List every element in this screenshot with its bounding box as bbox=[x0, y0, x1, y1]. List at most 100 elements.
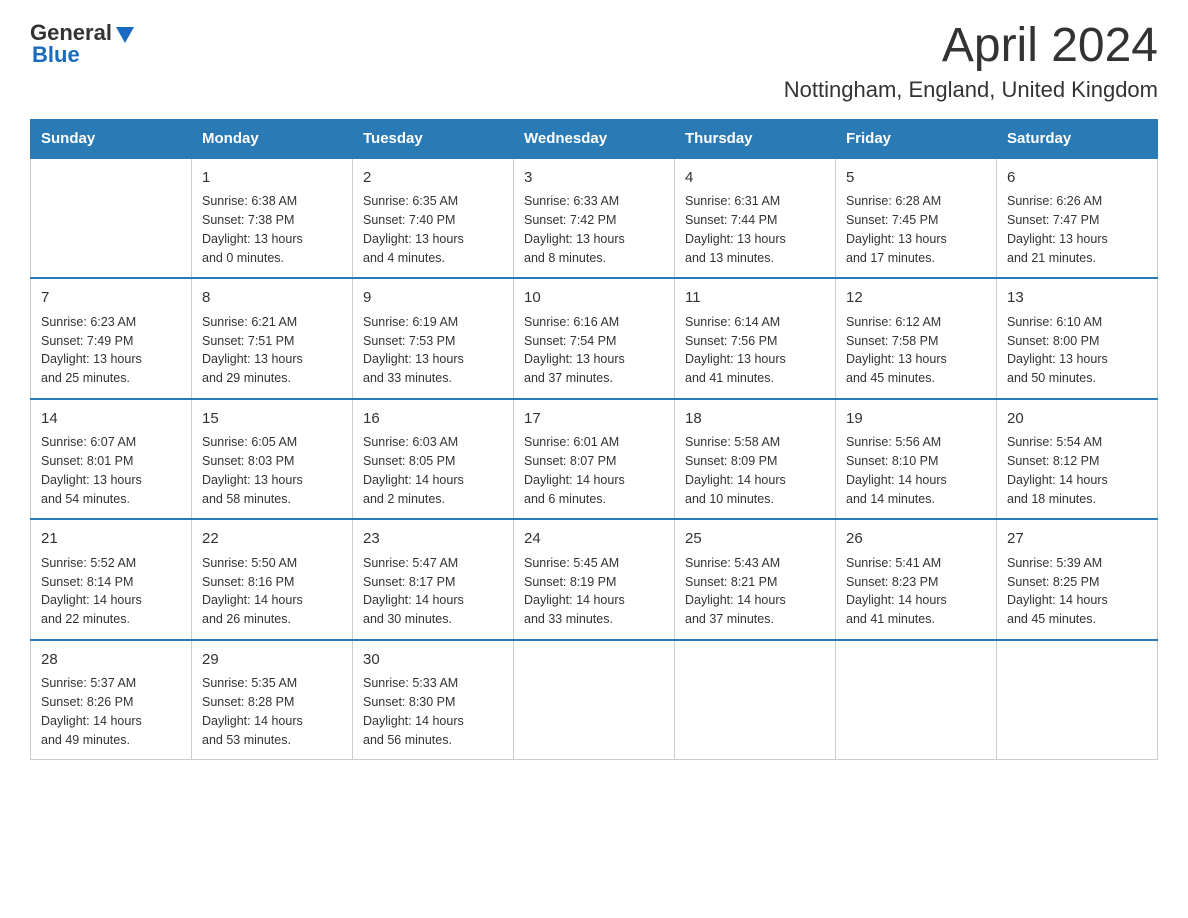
day-info: Sunrise: 5:58 AM Sunset: 8:09 PM Dayligh… bbox=[685, 433, 825, 508]
calendar-cell: 28Sunrise: 5:37 AM Sunset: 8:26 PM Dayli… bbox=[31, 640, 192, 760]
calendar-cell: 10 Sunrise: 6:16 AM Sunset: 7:54 PM Dayli… bbox=[514, 278, 675, 399]
day-info: Sunrise: 6:07 AM Sunset: 8:01 PM Dayligh… bbox=[41, 433, 181, 508]
day-number: 8 bbox=[202, 287, 342, 310]
calendar-week-row: 7 Sunrise: 6:23 AM Sunset: 7:49 PM Daylig… bbox=[31, 278, 1158, 399]
day-number: 12 bbox=[846, 287, 986, 310]
title-block: April 2024 Nottingham, England, United K… bbox=[784, 20, 1158, 103]
day-number: 27 bbox=[1007, 528, 1147, 551]
calendar-cell: 1Sunrise: 6:38 AM Sunset: 7:38 PM Daylig… bbox=[192, 158, 353, 279]
calendar-cell: 11 Sunrise: 6:14 AM Sunset: 7:56 PM Dayli… bbox=[675, 278, 836, 399]
calendar-cell: 20Sunrise: 5:54 AM Sunset: 8:12 PM Dayli… bbox=[997, 399, 1158, 520]
calendar-header-row: SundayMondayTuesdayWednesdayThursdayFrid… bbox=[31, 119, 1158, 158]
page-subtitle: Nottingham, England, United Kingdom bbox=[784, 77, 1158, 103]
calendar-cell: 9 Sunrise: 6:19 AM Sunset: 7:53 PM Daylig… bbox=[353, 278, 514, 399]
calendar-cell: 21Sunrise: 5:52 AM Sunset: 8:14 PM Dayli… bbox=[31, 519, 192, 640]
day-number: 14 bbox=[41, 408, 181, 431]
calendar-cell: 6Sunrise: 6:26 AM Sunset: 7:47 PM Daylig… bbox=[997, 158, 1158, 279]
day-info: Sunrise: 5:33 AM Sunset: 8:30 PM Dayligh… bbox=[363, 674, 503, 749]
calendar-cell bbox=[31, 158, 192, 279]
day-info: Sunrise: 5:45 AM Sunset: 8:19 PM Dayligh… bbox=[524, 554, 664, 629]
calendar-table: SundayMondayTuesdayWednesdayThursdayFrid… bbox=[30, 119, 1158, 761]
day-number: 25 bbox=[685, 528, 825, 551]
day-number: 26 bbox=[846, 528, 986, 551]
day-number: 4 bbox=[685, 167, 825, 190]
day-info: Sunrise: 6:23 AM Sunset: 7:49 PM Dayligh… bbox=[41, 313, 181, 388]
calendar-cell: 5Sunrise: 6:28 AM Sunset: 7:45 PM Daylig… bbox=[836, 158, 997, 279]
day-number: 28 bbox=[41, 649, 181, 672]
calendar-cell: 14Sunrise: 6:07 AM Sunset: 8:01 PM Dayli… bbox=[31, 399, 192, 520]
day-number: 11 bbox=[685, 287, 825, 310]
calendar-cell: 13 Sunrise: 6:10 AM Sunset: 8:00 PM Dayli… bbox=[997, 278, 1158, 399]
day-info: Sunrise: 6:16 AM Sunset: 7:54 PM Dayligh… bbox=[524, 313, 664, 388]
day-number: 10 bbox=[524, 287, 664, 310]
day-number: 29 bbox=[202, 649, 342, 672]
calendar-cell: 25 Sunrise: 5:43 AM Sunset: 8:21 PM Dayli… bbox=[675, 519, 836, 640]
day-info: Sunrise: 5:50 AM Sunset: 8:16 PM Dayligh… bbox=[202, 554, 342, 629]
calendar-day-header: Thursday bbox=[675, 119, 836, 158]
calendar-cell: 30Sunrise: 5:33 AM Sunset: 8:30 PM Dayli… bbox=[353, 640, 514, 760]
calendar-cell: 19Sunrise: 5:56 AM Sunset: 8:10 PM Dayli… bbox=[836, 399, 997, 520]
calendar-cell: 18Sunrise: 5:58 AM Sunset: 8:09 PM Dayli… bbox=[675, 399, 836, 520]
page-header: General Blue April 2024 Nottingham, Engl… bbox=[30, 20, 1158, 103]
day-number: 24 bbox=[524, 528, 664, 551]
day-info: Sunrise: 6:03 AM Sunset: 8:05 PM Dayligh… bbox=[363, 433, 503, 508]
calendar-week-row: 28Sunrise: 5:37 AM Sunset: 8:26 PM Dayli… bbox=[31, 640, 1158, 760]
calendar-cell: 23Sunrise: 5:47 AM Sunset: 8:17 PM Dayli… bbox=[353, 519, 514, 640]
day-info: Sunrise: 5:47 AM Sunset: 8:17 PM Dayligh… bbox=[363, 554, 503, 629]
day-number: 15 bbox=[202, 408, 342, 431]
calendar-cell: 2Sunrise: 6:35 AM Sunset: 7:40 PM Daylig… bbox=[353, 158, 514, 279]
day-info: Sunrise: 6:28 AM Sunset: 7:45 PM Dayligh… bbox=[846, 192, 986, 267]
day-info: Sunrise: 6:10 AM Sunset: 8:00 PM Dayligh… bbox=[1007, 313, 1147, 388]
logo-triangle-icon bbox=[114, 23, 136, 45]
calendar-week-row: 1Sunrise: 6:38 AM Sunset: 7:38 PM Daylig… bbox=[31, 158, 1158, 279]
calendar-cell: 27 Sunrise: 5:39 AM Sunset: 8:25 PM Dayli… bbox=[997, 519, 1158, 640]
logo: General Blue bbox=[30, 20, 136, 68]
day-info: Sunrise: 6:33 AM Sunset: 7:42 PM Dayligh… bbox=[524, 192, 664, 267]
calendar-day-header: Wednesday bbox=[514, 119, 675, 158]
calendar-day-header: Monday bbox=[192, 119, 353, 158]
day-number: 17 bbox=[524, 408, 664, 431]
day-info: Sunrise: 5:56 AM Sunset: 8:10 PM Dayligh… bbox=[846, 433, 986, 508]
day-info: Sunrise: 6:35 AM Sunset: 7:40 PM Dayligh… bbox=[363, 192, 503, 267]
calendar-cell: 4Sunrise: 6:31 AM Sunset: 7:44 PM Daylig… bbox=[675, 158, 836, 279]
day-number: 30 bbox=[363, 649, 503, 672]
day-info: Sunrise: 5:37 AM Sunset: 8:26 PM Dayligh… bbox=[41, 674, 181, 749]
calendar-cell bbox=[514, 640, 675, 760]
day-number: 2 bbox=[363, 167, 503, 190]
day-info: Sunrise: 6:05 AM Sunset: 8:03 PM Dayligh… bbox=[202, 433, 342, 508]
day-number: 1 bbox=[202, 167, 342, 190]
calendar-day-header: Sunday bbox=[31, 119, 192, 158]
page-title: April 2024 bbox=[784, 20, 1158, 73]
calendar-cell: 16Sunrise: 6:03 AM Sunset: 8:05 PM Dayli… bbox=[353, 399, 514, 520]
day-info: Sunrise: 5:41 AM Sunset: 8:23 PM Dayligh… bbox=[846, 554, 986, 629]
day-info: Sunrise: 5:35 AM Sunset: 8:28 PM Dayligh… bbox=[202, 674, 342, 749]
calendar-cell: 8 Sunrise: 6:21 AM Sunset: 7:51 PM Daylig… bbox=[192, 278, 353, 399]
day-number: 9 bbox=[363, 287, 503, 310]
day-number: 7 bbox=[41, 287, 181, 310]
day-info: Sunrise: 6:19 AM Sunset: 7:53 PM Dayligh… bbox=[363, 313, 503, 388]
day-number: 16 bbox=[363, 408, 503, 431]
day-number: 3 bbox=[524, 167, 664, 190]
day-number: 6 bbox=[1007, 167, 1147, 190]
day-number: 21 bbox=[41, 528, 181, 551]
day-info: Sunrise: 6:14 AM Sunset: 7:56 PM Dayligh… bbox=[685, 313, 825, 388]
calendar-day-header: Saturday bbox=[997, 119, 1158, 158]
calendar-day-header: Friday bbox=[836, 119, 997, 158]
calendar-cell bbox=[997, 640, 1158, 760]
calendar-cell bbox=[675, 640, 836, 760]
calendar-day-header: Tuesday bbox=[353, 119, 514, 158]
calendar-cell: 7 Sunrise: 6:23 AM Sunset: 7:49 PM Daylig… bbox=[31, 278, 192, 399]
calendar-cell: 22Sunrise: 5:50 AM Sunset: 8:16 PM Dayli… bbox=[192, 519, 353, 640]
day-info: Sunrise: 5:54 AM Sunset: 8:12 PM Dayligh… bbox=[1007, 433, 1147, 508]
day-info: Sunrise: 6:12 AM Sunset: 7:58 PM Dayligh… bbox=[846, 313, 986, 388]
calendar-cell: 24 Sunrise: 5:45 AM Sunset: 8:19 PM Dayli… bbox=[514, 519, 675, 640]
day-number: 19 bbox=[846, 408, 986, 431]
calendar-week-row: 14Sunrise: 6:07 AM Sunset: 8:01 PM Dayli… bbox=[31, 399, 1158, 520]
day-info: Sunrise: 6:21 AM Sunset: 7:51 PM Dayligh… bbox=[202, 313, 342, 388]
day-info: Sunrise: 5:43 AM Sunset: 8:21 PM Dayligh… bbox=[685, 554, 825, 629]
calendar-cell bbox=[836, 640, 997, 760]
day-number: 13 bbox=[1007, 287, 1147, 310]
calendar-cell: 17Sunrise: 6:01 AM Sunset: 8:07 PM Dayli… bbox=[514, 399, 675, 520]
day-info: Sunrise: 6:31 AM Sunset: 7:44 PM Dayligh… bbox=[685, 192, 825, 267]
day-info: Sunrise: 5:39 AM Sunset: 8:25 PM Dayligh… bbox=[1007, 554, 1147, 629]
